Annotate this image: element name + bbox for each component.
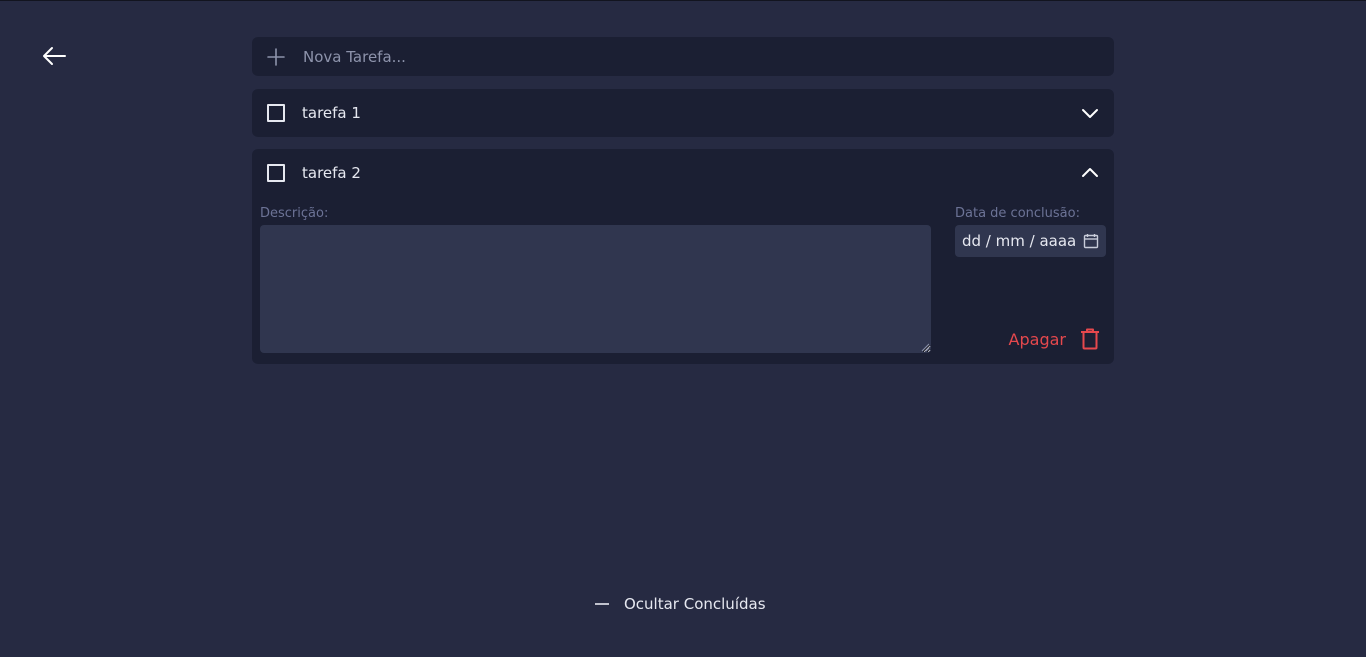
- top-border: [0, 0, 1366, 1]
- task-item: tarefa 1: [252, 89, 1114, 137]
- arrow-left-icon: [43, 47, 66, 65]
- chevron-up-icon[interactable]: [1080, 163, 1100, 183]
- due-date-placeholder: dd / mm / aaaa: [962, 232, 1077, 250]
- due-date-label: Data de conclusão:: [955, 206, 1080, 221]
- task-checkbox[interactable]: [267, 104, 285, 122]
- delete-button[interactable]: Apagar: [1009, 328, 1100, 350]
- hide-completed-toggle[interactable]: Ocultar Concluídas: [594, 594, 766, 614]
- task-item-expanded: tarefa 2 Descrição: Data de conclusão: d…: [252, 149, 1114, 364]
- description-label: Descrição:: [260, 206, 329, 221]
- due-date-input[interactable]: dd / mm / aaaa: [955, 225, 1106, 257]
- task-title: tarefa 2: [302, 164, 361, 182]
- new-task-bar: [252, 37, 1114, 76]
- trash-icon: [1080, 328, 1100, 350]
- resize-grip-icon[interactable]: [920, 342, 930, 352]
- task-list: tarefa 1 tarefa 2 Descrição: Data de con…: [252, 37, 1114, 364]
- task-checkbox[interactable]: [267, 164, 285, 182]
- chevron-down-icon[interactable]: [1080, 103, 1100, 123]
- plus-icon[interactable]: [266, 47, 286, 67]
- task-header[interactable]: tarefa 1: [252, 89, 1114, 137]
- new-task-input[interactable]: [303, 37, 1114, 76]
- task-title: tarefa 1: [302, 104, 361, 122]
- calendar-icon[interactable]: [1083, 233, 1099, 249]
- description-textarea[interactable]: [260, 225, 931, 353]
- minus-icon: [594, 594, 610, 614]
- delete-label: Apagar: [1008, 329, 1066, 349]
- task-header[interactable]: tarefa 2: [252, 149, 1114, 197]
- back-button[interactable]: [40, 42, 68, 70]
- hide-completed-label: Ocultar Concluídas: [624, 595, 766, 613]
